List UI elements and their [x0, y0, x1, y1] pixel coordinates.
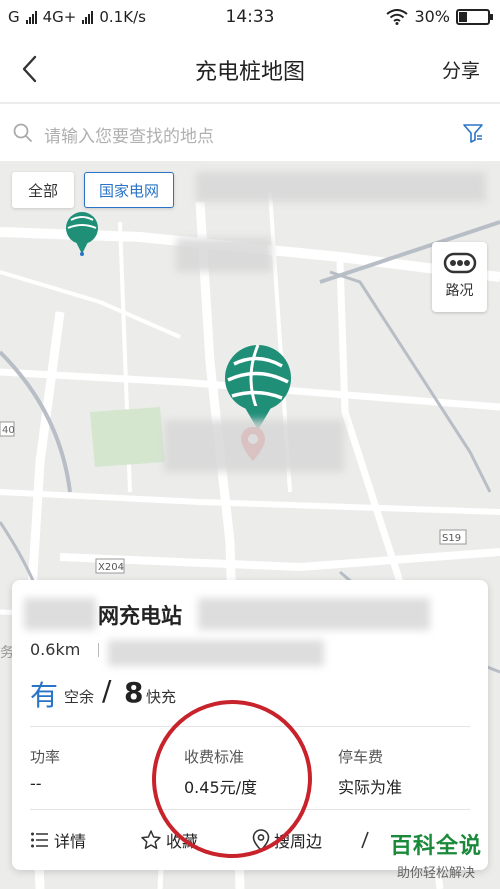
details-label: 详情 — [54, 832, 87, 851]
blurred-location-label — [164, 420, 344, 472]
traffic-button[interactable]: 路况 — [432, 242, 487, 312]
station-distance: 0.6km — [30, 640, 81, 659]
filter-all-chip[interactable]: 全部 — [12, 172, 74, 208]
battery-percent: 30% — [414, 7, 450, 26]
filter-state-grid-chip[interactable]: 国家电网 — [84, 172, 174, 208]
traffic-label: 路况 — [445, 283, 474, 299]
watermark-title: 百科全说 — [389, 834, 482, 859]
filter-icon[interactable] — [462, 122, 484, 144]
search-bar[interactable]: 请输入您要查找的地点 — [0, 103, 500, 161]
parking-fee-label: 停车费 — [338, 748, 384, 766]
blurred-map-label-2 — [176, 238, 272, 272]
watermark-subtitle: 助你轻松解决 — [396, 866, 475, 881]
road-label-x204: X204 — [98, 562, 124, 573]
battery-icon — [456, 8, 493, 25]
wifi-icon — [386, 8, 409, 25]
power-value: -- — [30, 774, 42, 793]
search-icon — [13, 123, 32, 142]
battery-fill — [459, 11, 467, 22]
star-icon — [141, 830, 161, 850]
road-label-40: 40 — [2, 425, 15, 436]
list-icon — [31, 832, 48, 848]
navigate-icon[interactable] — [360, 830, 380, 850]
fast-charger-count: 8 — [124, 676, 144, 709]
power-label: 功率 — [30, 748, 61, 766]
search-input[interactable]: 请输入您要查找的地点 — [44, 122, 214, 147]
details-button[interactable]: 详情 — [30, 828, 86, 852]
blurred-station-prefix — [24, 598, 96, 630]
charging-station-marker-small[interactable] — [63, 210, 101, 258]
distance-separator — [98, 643, 99, 657]
blurred-station-suffix — [198, 598, 430, 630]
availability-status: 有 — [30, 679, 59, 712]
blurred-map-label — [196, 172, 486, 202]
road-label-s19: S19 — [442, 533, 461, 544]
availability-label: 空余 — [64, 688, 95, 706]
station-name: 网充电站 — [98, 604, 182, 628]
fast-charger-label: 快充 — [146, 688, 177, 706]
page-title: 充电桩地图 — [194, 60, 305, 85]
share-button[interactable]: 分享 — [442, 56, 480, 83]
availability-slash: / — [102, 674, 112, 707]
parking-fee-value: 实际为准 — [338, 778, 403, 797]
nav-bar: 充电桩地图 分享 — [0, 36, 500, 102]
status-bar: G 4G+ 0.1K/s 14:33 30% — [0, 0, 500, 36]
traffic-icon — [443, 252, 477, 274]
blurred-station-address — [108, 640, 324, 666]
watermark: 百科全说 助你轻松解决 — [380, 828, 492, 881]
